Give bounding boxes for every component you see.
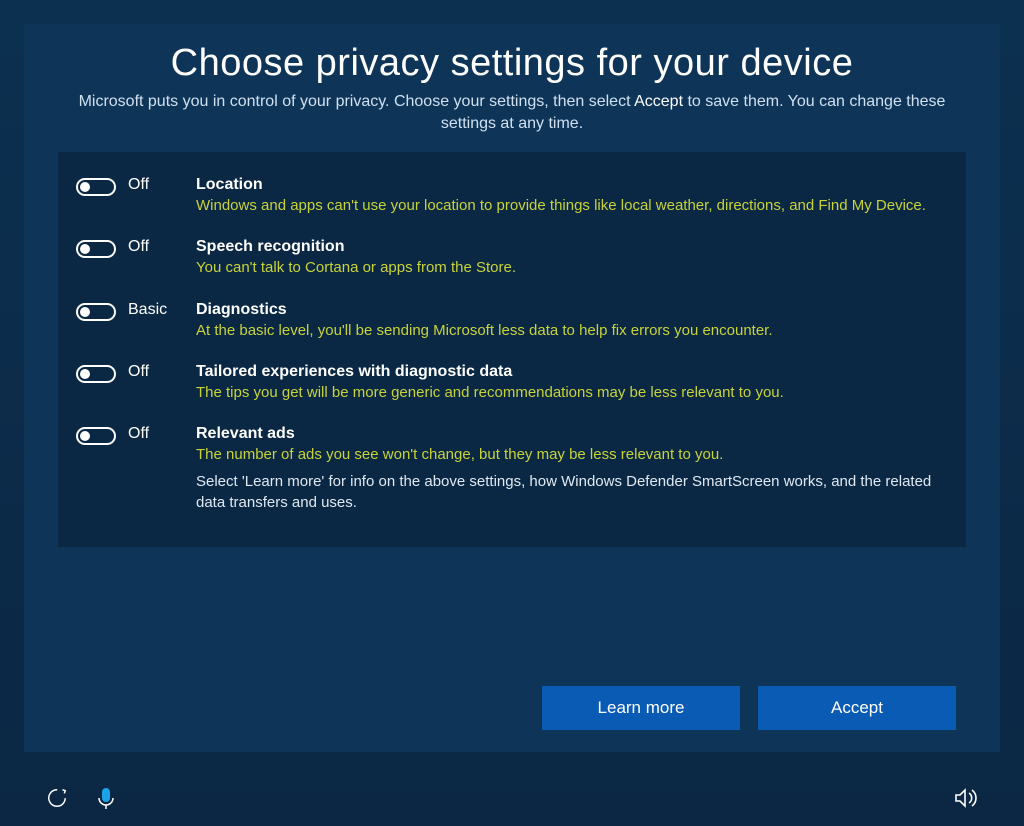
accept-button[interactable]: Accept <box>758 686 956 730</box>
setting-title: Tailored experiences with diagnostic dat… <box>196 363 948 381</box>
settings-list: Off Location Windows and apps can't use … <box>58 152 966 547</box>
setting-description: Windows and apps can't use your location… <box>196 196 948 216</box>
subtitle-accept-word: Accept <box>634 93 683 110</box>
toggle-diagnostics[interactable] <box>76 303 116 321</box>
setting-title: Speech recognition <box>196 238 948 256</box>
setting-description: You can't talk to Cortana or apps from t… <box>196 258 948 278</box>
setting-description: At the basic level, you'll be sending Mi… <box>196 321 948 341</box>
action-buttons: Learn more Accept <box>542 686 956 730</box>
oobe-screen: Choose privacy settings for your device … <box>0 0 1024 826</box>
setting-location: Off Location Windows and apps can't use … <box>76 166 948 228</box>
setting-title: Relevant ads <box>196 425 948 443</box>
setting-title: Location <box>196 176 948 194</box>
ease-of-access-icon[interactable] <box>46 787 68 809</box>
setting-tailored-experiences: Off Tailored experiences with diagnostic… <box>76 353 948 415</box>
page-title: Choose privacy settings for your device <box>52 42 972 85</box>
setting-description: The tips you get will be more generic an… <box>196 383 948 403</box>
learn-more-button[interactable]: Learn more <box>542 686 740 730</box>
toggle-state-label: Off <box>128 425 196 443</box>
volume-icon[interactable] <box>954 787 978 809</box>
toggle-state-label: Off <box>128 238 196 256</box>
toggle-speech-recognition[interactable] <box>76 240 116 258</box>
subtitle-before: Microsoft puts you in control of your pr… <box>79 93 635 110</box>
setting-title: Diagnostics <box>196 301 948 319</box>
setting-speech-recognition: Off Speech recognition You can't talk to… <box>76 228 948 290</box>
setting-description: The number of ads you see won't change, … <box>196 445 948 465</box>
setting-diagnostics: Basic Diagnostics At the basic level, yo… <box>76 291 948 353</box>
toggle-state-label: Basic <box>128 301 196 319</box>
privacy-panel: Choose privacy settings for your device … <box>24 24 1000 752</box>
cortana-mic-icon[interactable] <box>96 786 116 810</box>
taskbar <box>0 770 1024 826</box>
toggle-state-label: Off <box>128 363 196 381</box>
toggle-state-label: Off <box>128 176 196 194</box>
page-subtitle: Microsoft puts you in control of your pr… <box>72 91 952 134</box>
settings-footnote: Select 'Learn more' for info on the abov… <box>196 471 948 513</box>
setting-relevant-ads: Off Relevant ads The number of ads you s… <box>76 415 948 525</box>
toggle-tailored-experiences[interactable] <box>76 365 116 383</box>
toggle-relevant-ads[interactable] <box>76 427 116 445</box>
toggle-location[interactable] <box>76 178 116 196</box>
